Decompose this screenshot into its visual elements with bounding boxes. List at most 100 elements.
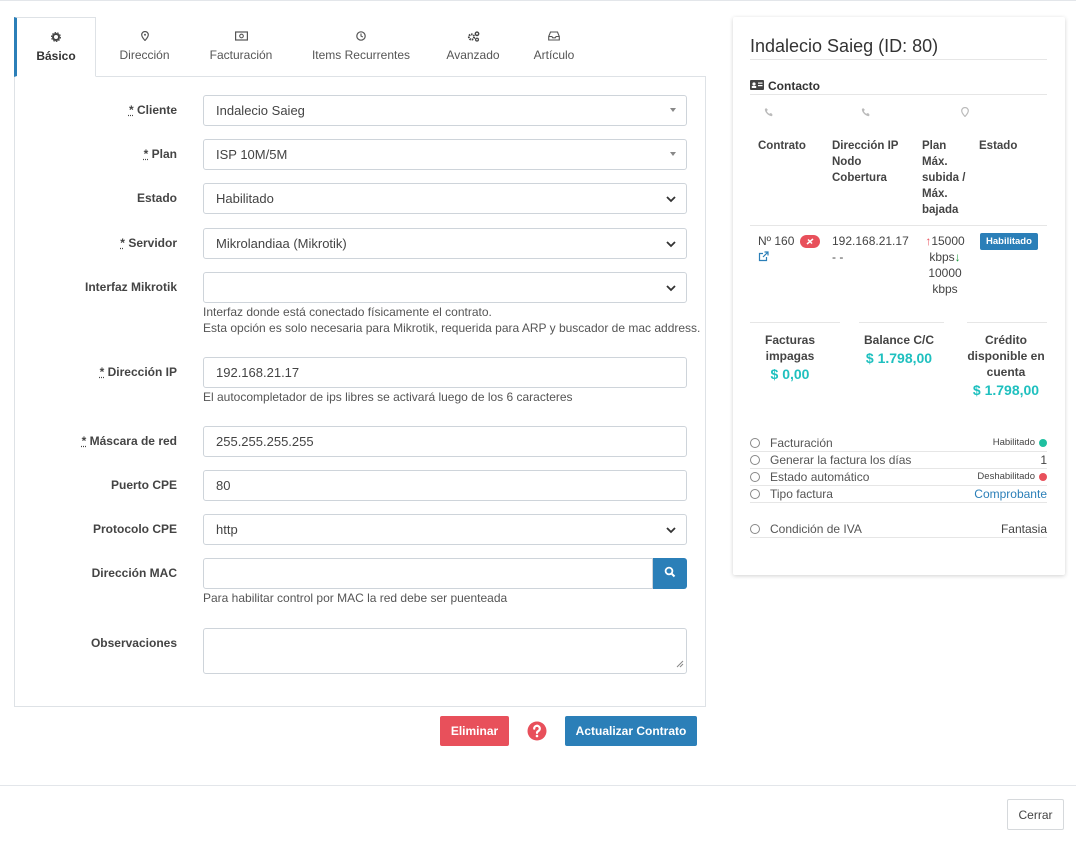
cliente-value: Indalecio Saieg [216, 103, 305, 118]
delete-button[interactable]: Eliminar [440, 716, 509, 746]
form-panel: * Cliente Indalecio Saieg * Plan ISP 10M… [14, 76, 706, 707]
info-facturacion: Facturación Habilitado [750, 434, 1047, 451]
table-header-divider [750, 225, 1047, 226]
tipo-factura-link[interactable]: Comprobante [974, 487, 1047, 501]
question-circle-icon[interactable] [527, 721, 547, 744]
puerto-label: Puerto CPE [110, 478, 177, 492]
col-direccion: Dirección IP Nodo Cobertura [832, 140, 899, 184]
interfaz-help: Interfaz donde está conectado físicament… [203, 305, 701, 335]
unpaid-invoices-stat: Facturas impagas $ 0,00 [764, 333, 816, 382]
gear-icon [51, 32, 61, 46]
tab-bar: Básico Dirección Facturación Items Recur… [14, 17, 595, 77]
tab-label: Items Recurrentes [311, 48, 411, 62]
tab-label: Avanzado [446, 48, 500, 62]
update-contract-button[interactable]: Actualizar Contrato [565, 716, 697, 746]
col-plan: Plan Máx. subida / Máx. bajada [922, 140, 966, 216]
cliente-select[interactable]: Indalecio Saieg [203, 95, 687, 126]
plan-select[interactable]: ISP 10M/5M [203, 139, 687, 170]
observaciones-label: Observaciones [90, 636, 177, 650]
stat-divider [859, 322, 944, 323]
mascara-value: 255.255.255.255 [216, 434, 314, 449]
external-link-icon[interactable] [758, 250, 820, 266]
info-condicion-iva: Condición de IVA Fantasia [750, 520, 1047, 537]
tab-items-recurrentes[interactable]: Items Recurrentes [289, 17, 433, 77]
mascara-input[interactable]: 255.255.255.255 [203, 426, 687, 457]
mac-input[interactable] [203, 558, 653, 589]
contact-divider [750, 94, 1047, 95]
servidor-value: Mikrolandiaa (Mikrotik) [216, 236, 347, 251]
caret-down-icon [670, 108, 676, 112]
chevron-down-icon [665, 524, 677, 539]
phone-icon [861, 105, 871, 120]
inbox-icon [548, 31, 560, 45]
tab-articulo[interactable]: Artículo [513, 17, 595, 77]
circle-icon [750, 471, 760, 482]
caret-down-icon [670, 152, 676, 156]
servidor-label: * Servidor [120, 236, 177, 250]
map-marker-icon [140, 31, 149, 45]
status-dot [1039, 472, 1047, 481]
mac-help: Para habilitar control por MAC la red de… [203, 591, 508, 605]
servidor-select[interactable]: Mikrolandiaa (Mikrotik) [203, 228, 687, 259]
col-contrato: Contrato [758, 140, 806, 152]
card-title: Indalecio Saieg (ID: 80) [750, 36, 939, 56]
info-estado-automatico: Estado automático Deshabilitado [750, 468, 1047, 485]
tab-label: Facturación [209, 48, 273, 62]
contract-number: Nº 160 [758, 234, 795, 248]
circle-icon [750, 437, 760, 448]
tab-direccion[interactable]: Dirección [96, 17, 193, 77]
contract-cell: Nº 160 [758, 233, 821, 266]
protocolo-value: http [216, 522, 238, 537]
estado-label: Estado [136, 191, 177, 205]
status-badge: Habilitado [980, 233, 1038, 250]
footer-divider [0, 785, 1076, 786]
info-divider [750, 537, 1047, 538]
ip-label: * Dirección IP [99, 365, 177, 379]
ip-cell: 192.168.21.17 - - [832, 234, 909, 264]
interfaz-select[interactable] [203, 272, 687, 303]
protocolo-label: Protocolo CPE [92, 522, 177, 536]
resize-handle-icon[interactable] [676, 656, 684, 671]
status-dot [1039, 438, 1047, 447]
phone-icon [764, 105, 774, 120]
tab-label: Básico [36, 49, 76, 63]
contact-heading: Contacto [750, 79, 820, 93]
estado-select[interactable]: Habilitado [203, 183, 687, 214]
ip-help: El autocompletador de ips libres se acti… [203, 390, 573, 404]
puerto-input[interactable]: 80 [203, 470, 687, 501]
id-card-icon [750, 79, 764, 93]
ip-value: 192.168.21.17 [216, 365, 300, 380]
protocolo-select[interactable]: http [203, 514, 687, 545]
client-summary-card: Indalecio Saieg (ID: 80) Contacto Contra… [733, 17, 1065, 575]
mac-label: Dirección MAC [91, 566, 177, 580]
disconnected-plug-icon[interactable] [800, 235, 821, 249]
tab-label: Artículo [533, 48, 575, 62]
chevron-down-icon [665, 193, 677, 208]
ip-input[interactable]: 192.168.21.17 [203, 357, 687, 388]
tab-basico[interactable]: Básico [14, 17, 96, 77]
mascara-label: * Máscara de red [81, 434, 177, 448]
info-divider [750, 502, 1047, 503]
close-button[interactable]: Cerrar [1007, 799, 1064, 830]
chevron-down-icon [665, 282, 677, 297]
observaciones-textarea[interactable] [203, 628, 687, 674]
circle-icon [750, 523, 760, 534]
title-divider [750, 59, 1047, 60]
estado-value: Habilitado [216, 191, 274, 206]
interfaz-label: Interfaz Mikrotik [84, 280, 177, 294]
circle-icon [750, 454, 760, 465]
tab-label: Dirección [119, 48, 170, 62]
info-tipo-factura: Tipo factura Comprobante [750, 485, 1047, 502]
stat-divider [967, 322, 1047, 323]
money-bill-icon [234, 31, 248, 45]
cogs-icon [467, 31, 480, 45]
puerto-value: 80 [216, 478, 231, 493]
mac-search-button[interactable] [653, 558, 687, 589]
tab-facturacion[interactable]: Facturación [193, 17, 289, 77]
plan-value: ISP 10M/5M [216, 147, 288, 162]
tab-avanzado[interactable]: Avanzado [433, 17, 513, 77]
top-divider [0, 0, 1076, 1]
cliente-label: * Cliente [128, 103, 177, 117]
search-icon [664, 566, 676, 581]
info-generar: Generar la factura los días 1 [750, 451, 1047, 468]
